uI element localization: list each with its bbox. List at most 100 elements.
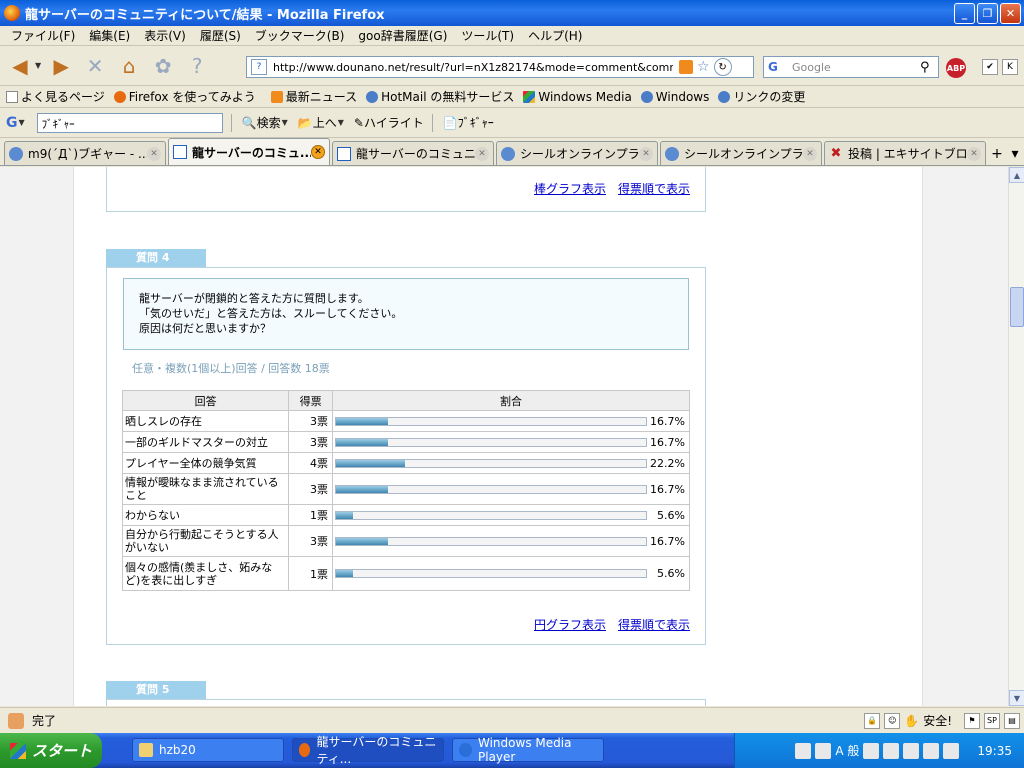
- tab-close-icon[interactable]: ✕: [639, 146, 653, 161]
- task-firefox[interactable]: 龍サーバーのコミュニティ...: [292, 735, 444, 766]
- tab-item[interactable]: シールオンラインプラス ...✕: [660, 141, 822, 165]
- bookmark-item[interactable]: 最新ニュース: [265, 88, 357, 105]
- page-icon: [337, 146, 351, 161]
- home-button[interactable]: ⌂: [115, 52, 143, 80]
- new-tab-button[interactable]: +: [988, 143, 1006, 165]
- bar-chart-link[interactable]: 棒グラフ表示: [534, 180, 606, 197]
- menu-help[interactable]: ヘルプ(H): [521, 27, 589, 44]
- globe-icon: [718, 90, 731, 103]
- goo-page-button[interactable]: 📄 ﾌﾞｷﾞｬｰ: [443, 114, 494, 131]
- votes-cell: 4票: [288, 452, 333, 474]
- ratio-cell: 16.7%: [332, 525, 690, 557]
- back-button[interactable]: ◀: [6, 52, 34, 80]
- antivirus-icon[interactable]: [815, 742, 832, 759]
- bookmark-item[interactable]: Windows Media: [523, 90, 632, 104]
- tab-list-button[interactable]: ▾: [1006, 143, 1024, 165]
- task-wmp[interactable]: Windows Media Player: [452, 736, 604, 764]
- goo-logo-icon[interactable]: G: [6, 115, 18, 131]
- menu-history[interactable]: 履歴(S): [193, 27, 248, 44]
- tray-icon[interactable]: [903, 742, 920, 759]
- menu-edit[interactable]: 編集(E): [82, 27, 137, 44]
- rss-icon[interactable]: [679, 60, 693, 74]
- menu-view[interactable]: 表示(V): [137, 27, 193, 44]
- stop-button[interactable]: ✕: [81, 52, 109, 80]
- adblock-button[interactable]: ABP: [946, 58, 966, 78]
- address-input[interactable]: http://www.dounano.net/result/?url=nX1z8…: [273, 61, 673, 74]
- goo-highlight-button[interactable]: ✎ ハイライト: [354, 114, 424, 131]
- sort-by-votes-link[interactable]: 得票順で表示: [618, 180, 690, 197]
- bookmark-item[interactable]: Firefox を使ってみよう: [113, 88, 256, 105]
- globe-icon: [665, 146, 679, 161]
- vertical-scrollbar[interactable]: ▲ ▼: [1008, 167, 1024, 706]
- menu-bookmarks[interactable]: ブックマーク(B): [248, 27, 352, 44]
- search-input[interactable]: Google: [792, 61, 920, 74]
- pie-chart-link[interactable]: 円グラフ表示: [534, 616, 606, 633]
- menu-tools[interactable]: ツール(T): [454, 27, 521, 44]
- ratio-cell: 16.7%: [332, 410, 690, 432]
- clock[interactable]: 19:35: [977, 744, 1012, 758]
- tab-item[interactable]: 龍サーバーのコミュニテ...✕: [332, 141, 494, 165]
- tab-close-icon[interactable]: ✕: [147, 146, 161, 161]
- help-button[interactable]: ?: [183, 52, 211, 80]
- flag-icon[interactable]: ⚑: [964, 712, 980, 729]
- bookmark-star-icon[interactable]: ☆: [697, 59, 710, 75]
- page-icon[interactable]: ▤: [1004, 712, 1020, 729]
- bookmark-item[interactable]: Windows: [640, 90, 709, 104]
- tab-close-icon[interactable]: ✕: [967, 146, 981, 161]
- answer-cell: 晒しスレの存在: [121, 410, 290, 432]
- tab-close-icon[interactable]: ✕: [311, 145, 325, 159]
- tray-icon[interactable]: [883, 742, 900, 759]
- bookmark-item[interactable]: よく見るページ: [6, 88, 105, 105]
- kaspersky-icon[interactable]: ✔: [982, 59, 998, 75]
- table-row: 個々の感情(羨ましさ、妬みなど)を表に出しすぎ 1票 5.6%: [121, 556, 690, 591]
- k-button[interactable]: K: [1002, 59, 1018, 75]
- scroll-down-icon[interactable]: ▼: [1009, 690, 1024, 706]
- taskbar: スタート hzb20 龍サーバーのコミュニティ... Windows Media…: [0, 733, 1024, 768]
- status-addon-icon[interactable]: [8, 712, 24, 729]
- back-dropdown-icon[interactable]: ▼: [35, 61, 41, 70]
- face-icon[interactable]: ☺: [884, 712, 901, 729]
- tab-item[interactable]: シールオンラインプラス ...✕: [496, 141, 658, 165]
- search-engine-icon[interactable]: G: [764, 60, 792, 74]
- forward-button[interactable]: ▶: [47, 52, 75, 80]
- goo-search-input[interactable]: ﾌﾞｷﾞｬｰ: [36, 112, 223, 133]
- start-button[interactable]: スタート: [0, 733, 102, 768]
- search-box[interactable]: G Google ⚲: [763, 56, 939, 78]
- menu-file[interactable]: ファイル(F): [4, 27, 82, 44]
- goo-dropdown-icon[interactable]: ▼: [19, 118, 25, 127]
- goo-up-button[interactable]: 📂 上へ ▼: [298, 114, 344, 131]
- search-icon[interactable]: ⚲: [920, 60, 938, 75]
- task-folder[interactable]: hzb20: [132, 738, 284, 762]
- tab-item[interactable]: m9(´Д`)ブギャー - ... ✕: [4, 141, 166, 165]
- scroll-thumb[interactable]: [1010, 287, 1024, 327]
- sort-by-votes-link[interactable]: 得票順で表示: [618, 616, 690, 633]
- help-icon[interactable]: [923, 742, 940, 759]
- goo-search-button[interactable]: 🔍 検索 ▼: [242, 114, 288, 131]
- search-icon: 🔍: [241, 115, 257, 130]
- bookmark-item[interactable]: HotMail の無料サービス: [366, 88, 514, 105]
- address-bar[interactable]: ? http://www.dounano.net/result/?url=nX1…: [246, 56, 754, 78]
- bookmark-item[interactable]: リンクの変更: [718, 88, 805, 105]
- menu-goo-history[interactable]: goo辞書履歴(G): [351, 27, 454, 44]
- ratio-bar-wrap: 5.6%: [335, 509, 687, 522]
- sp-icon[interactable]: SP: [984, 712, 1000, 729]
- tab-item[interactable]: ✖ 投稿 | エキサイトブログ ✕: [824, 141, 986, 165]
- tab-close-icon[interactable]: ✕: [475, 146, 489, 161]
- tab-item-active[interactable]: 龍サーバーのコミュ... ✕: [168, 138, 330, 165]
- tray-icon[interactable]: [943, 742, 960, 759]
- keyboard-icon[interactable]: [795, 742, 812, 759]
- paw-button[interactable]: ✿: [149, 52, 177, 80]
- tray-icon[interactable]: [863, 742, 880, 759]
- restore-button[interactable]: ❐: [977, 3, 998, 24]
- globe-icon: [9, 146, 23, 161]
- go-button[interactable]: ↻: [713, 58, 732, 76]
- tab-close-icon[interactable]: ✕: [803, 146, 817, 161]
- tab-label: 龍サーバーのコミュ...: [192, 145, 311, 160]
- scroll-up-icon[interactable]: ▲: [1009, 167, 1024, 183]
- minimize-button[interactable]: _: [954, 3, 975, 24]
- close-button[interactable]: ✕: [1000, 3, 1021, 24]
- security-status[interactable]: 安全!: [923, 712, 952, 729]
- ime-indicator[interactable]: A 般: [835, 742, 859, 759]
- answer-cell: 自分から行動起こそうとする人がいない: [121, 525, 290, 557]
- lock-icon[interactable]: 🔒: [864, 712, 881, 729]
